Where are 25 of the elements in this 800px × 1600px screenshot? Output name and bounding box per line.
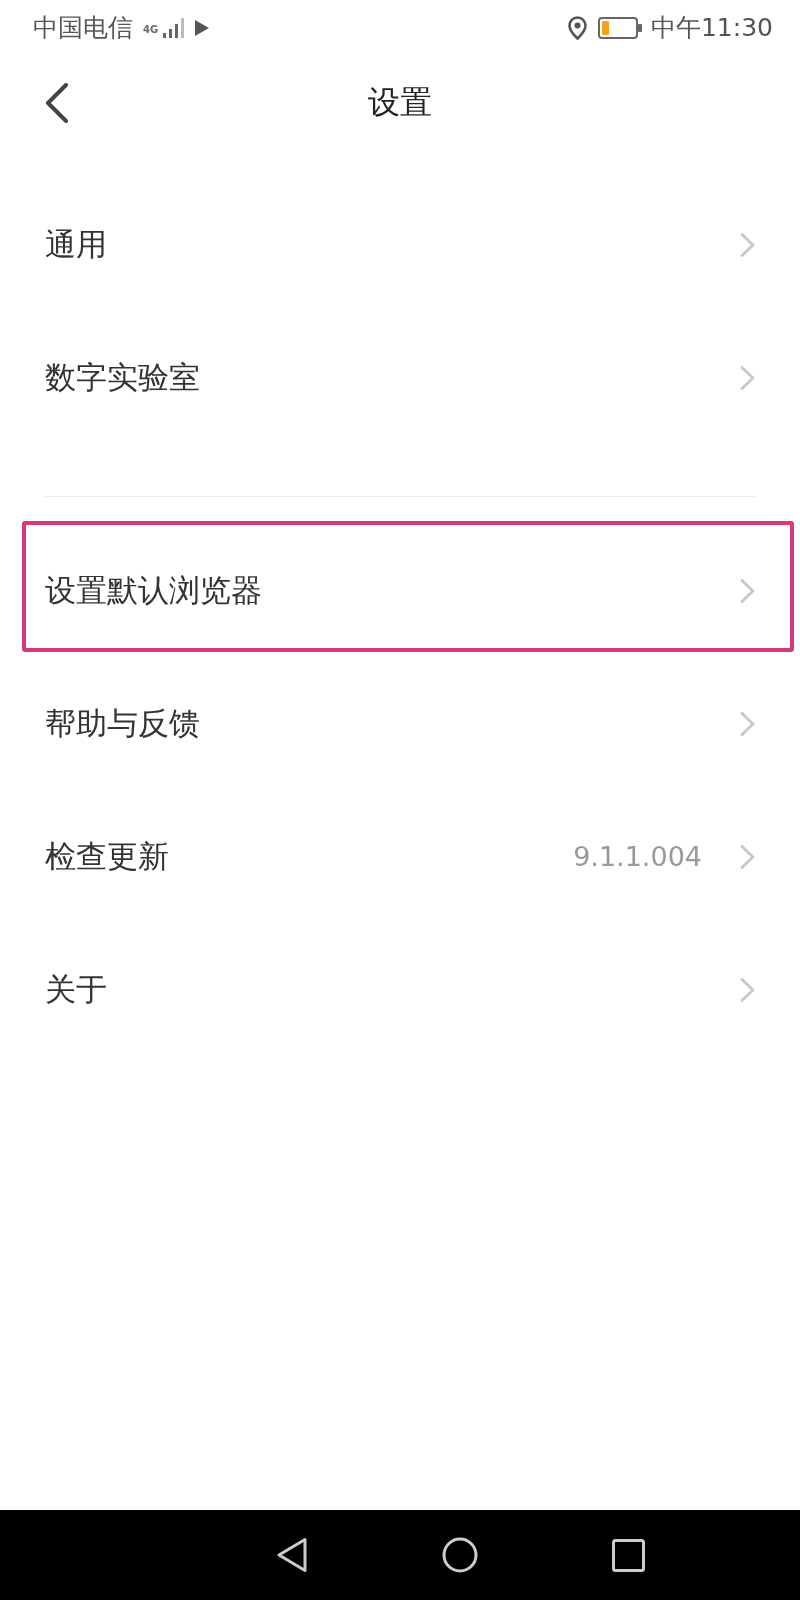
chevron-left-icon <box>45 82 69 123</box>
carrier-name: 中国电信 <box>33 12 133 43</box>
back-icon[interactable] <box>276 1537 308 1573</box>
chevron-right-icon <box>740 844 755 869</box>
version-number: 9.1.1.004 <box>573 841 702 872</box>
settings-item[interactable]: 数字实验室 <box>45 356 200 399</box>
signal-bars-icon <box>162 16 187 39</box>
settings-item[interactable]: 检查更新 <box>45 835 169 878</box>
network-type-label: 4G <box>143 24 159 35</box>
chevron-right-icon <box>740 977 755 1002</box>
clock-time: 中午11:30 <box>650 12 773 43</box>
chevron-right-icon <box>740 365 755 390</box>
settings-item[interactable]: 设置默认浏览器 <box>45 569 262 612</box>
settings-item[interactable]: 帮助与反馈 <box>45 702 200 745</box>
battery-icon <box>597 16 643 39</box>
chevron-right-icon <box>740 578 755 603</box>
recent-apps-icon[interactable] <box>611 1538 645 1572</box>
page-title: 设置 <box>368 81 432 123</box>
settings-item[interactable]: 通用 <box>45 223 107 266</box>
settings-item[interactable]: 关于 <box>45 968 107 1011</box>
chevron-right-icon <box>740 232 755 257</box>
location-pin-icon <box>567 15 587 40</box>
chevron-right-icon <box>740 711 755 736</box>
home-icon[interactable] <box>442 1537 478 1573</box>
play-icon <box>194 18 211 37</box>
